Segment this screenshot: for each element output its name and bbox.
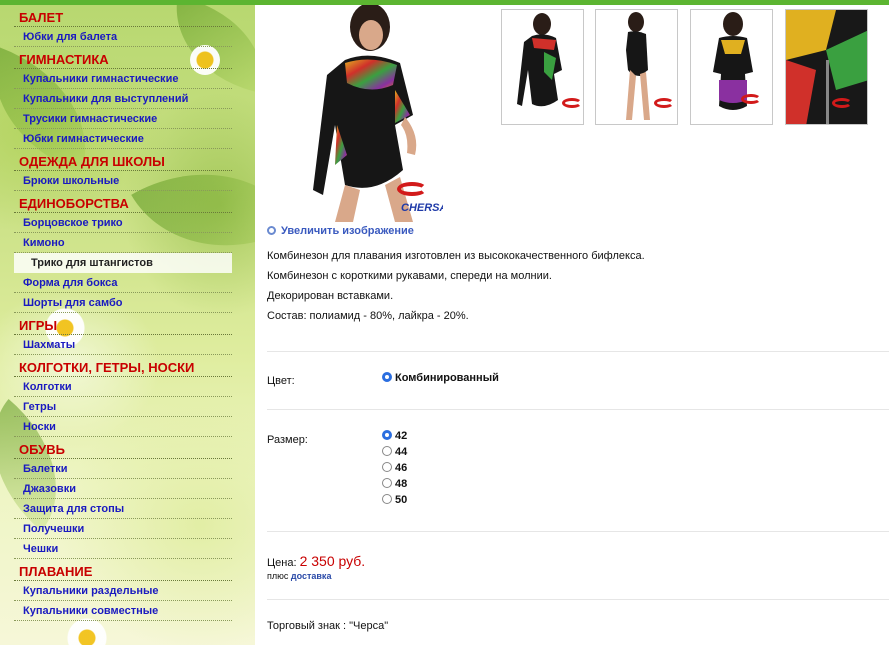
- color-option-label: Комбинированный: [395, 372, 499, 384]
- brand-logo-text: CHERSA: [401, 202, 443, 214]
- size-option-label: 46: [395, 462, 408, 474]
- size-option[interactable]: 44: [382, 445, 407, 459]
- sidebar-item[interactable]: Купальники совместные: [14, 601, 232, 621]
- product-thumbnail[interactable]: [690, 9, 773, 125]
- category-heading[interactable]: ЕДИНОБОРСТВА: [14, 192, 232, 213]
- product-area: CHERSA Увеличить изображение Комбинезон …: [255, 5, 889, 645]
- divider: [267, 351, 889, 352]
- sidebar-item[interactable]: Шорты для самбо: [14, 293, 232, 313]
- sidebar-item[interactable]: Форма для бокса: [14, 273, 232, 293]
- sidebar-item[interactable]: Балетки: [14, 459, 232, 479]
- category-heading[interactable]: ГИМНАСТИКА: [14, 48, 232, 69]
- sidebar-item[interactable]: Трико для штангистов: [14, 253, 232, 273]
- size-label: Размер:: [267, 434, 308, 446]
- size-option[interactable]: 42: [382, 429, 407, 443]
- category-heading[interactable]: ОДЕЖДА ДЛЯ ШКОЛЫ: [14, 150, 232, 171]
- description-line: Декорирован вставками.: [267, 290, 394, 302]
- sidebar-item[interactable]: Чешки: [14, 539, 232, 559]
- sidebar-item[interactable]: Юбки для балета: [14, 27, 232, 47]
- category-heading[interactable]: ИГРЫ: [14, 314, 232, 335]
- brand-logo-icon: [741, 94, 761, 104]
- sidebar-item[interactable]: Купальники раздельные: [14, 581, 232, 601]
- divider: [267, 409, 889, 410]
- enlarge-image-link[interactable]: Увеличить изображение: [267, 225, 414, 237]
- brand-logo-icon: [832, 98, 852, 108]
- sidebar-item[interactable]: Трусики гимнастические: [14, 109, 232, 129]
- plus-text: плюс: [267, 571, 289, 581]
- delivery-note: плюс доставка: [267, 571, 331, 581]
- sidebar-item[interactable]: Носки: [14, 417, 232, 437]
- price: Цена: 2 350 руб.: [267, 553, 365, 569]
- thumbnail-image: [786, 10, 867, 124]
- trademark-text: Торговый знак : "Черса": [267, 620, 389, 632]
- category-menu: БАЛЕТ Юбки для балета ГИМНАСТИКА Купальники…: [14, 5, 232, 621]
- category-heading[interactable]: ОБУВЬ: [14, 438, 232, 459]
- size-option-label: 48: [395, 478, 408, 490]
- sidebar-item[interactable]: Гетры: [14, 397, 232, 417]
- sidebar-item[interactable]: Получешки: [14, 519, 232, 539]
- radio-icon[interactable]: [382, 446, 392, 456]
- size-option[interactable]: 50: [382, 493, 407, 507]
- sidebar-item[interactable]: Купальники гимнастические: [14, 69, 232, 89]
- divider: [267, 599, 889, 600]
- radio-icon[interactable]: [382, 494, 392, 504]
- sidebar-item[interactable]: Борцовское трико: [14, 213, 232, 233]
- size-option-label: 42: [395, 430, 408, 442]
- color-option[interactable]: Комбинированный: [382, 371, 499, 385]
- radio-icon[interactable]: [382, 478, 392, 488]
- product-thumbnail[interactable]: [501, 9, 584, 125]
- sidebar-item[interactable]: Джазовки: [14, 479, 232, 499]
- product-thumbnail[interactable]: [785, 9, 868, 125]
- size-option[interactable]: 48: [382, 477, 407, 491]
- sidebar-item[interactable]: Шахматы: [14, 335, 232, 355]
- divider: [267, 531, 889, 532]
- description-line: Состав: полиамид - 80%, лайкра - 20%.: [267, 310, 469, 322]
- delivery-link[interactable]: доставка: [291, 571, 332, 581]
- description-line: Комбинезон с короткими рукавами, спереди…: [267, 270, 552, 282]
- sidebar-item[interactable]: Кимоно: [14, 233, 232, 253]
- category-heading[interactable]: КОЛГОТКИ, ГЕТРЫ, НОСКИ: [14, 356, 232, 377]
- product-main-image[interactable]: CHERSA: [275, 5, 443, 222]
- product-thumbnail[interactable]: [595, 9, 678, 125]
- enlarge-image-label: Увеличить изображение: [281, 225, 414, 237]
- price-label: Цена:: [267, 557, 297, 569]
- sidebar-item[interactable]: Юбки гимнастические: [14, 129, 232, 149]
- size-option-label: 44: [395, 446, 408, 458]
- brand-logo-icon: [654, 98, 674, 108]
- category-heading[interactable]: ПЛАВАНИЕ: [14, 560, 232, 581]
- magnifier-icon: [267, 226, 276, 235]
- price-value: 2 350 руб.: [299, 553, 366, 569]
- brand-logo-icon: [562, 98, 582, 108]
- brand-logo-icon: [397, 182, 427, 196]
- thumbnail-image: [713, 12, 753, 110]
- description-line: Комбинезон для плавания изготовлен из вы…: [267, 250, 645, 262]
- size-option-label: 50: [395, 494, 408, 506]
- size-option[interactable]: 46: [382, 461, 407, 475]
- sidebar: БАЛЕТ Юбки для балета ГИМНАСТИКА Купальники…: [0, 5, 255, 645]
- radio-selected-icon[interactable]: [382, 372, 392, 382]
- sidebar-item[interactable]: Купальники для выступлений: [14, 89, 232, 109]
- radio-icon[interactable]: [382, 462, 392, 472]
- sidebar-item[interactable]: Колготки: [14, 377, 232, 397]
- color-label: Цвет:: [267, 375, 295, 387]
- sidebar-item[interactable]: Брюки школьные: [14, 171, 232, 191]
- category-heading[interactable]: БАЛЕТ: [14, 6, 232, 27]
- radio-selected-icon[interactable]: [382, 430, 392, 440]
- sidebar-item[interactable]: Защита для стопы: [14, 499, 232, 519]
